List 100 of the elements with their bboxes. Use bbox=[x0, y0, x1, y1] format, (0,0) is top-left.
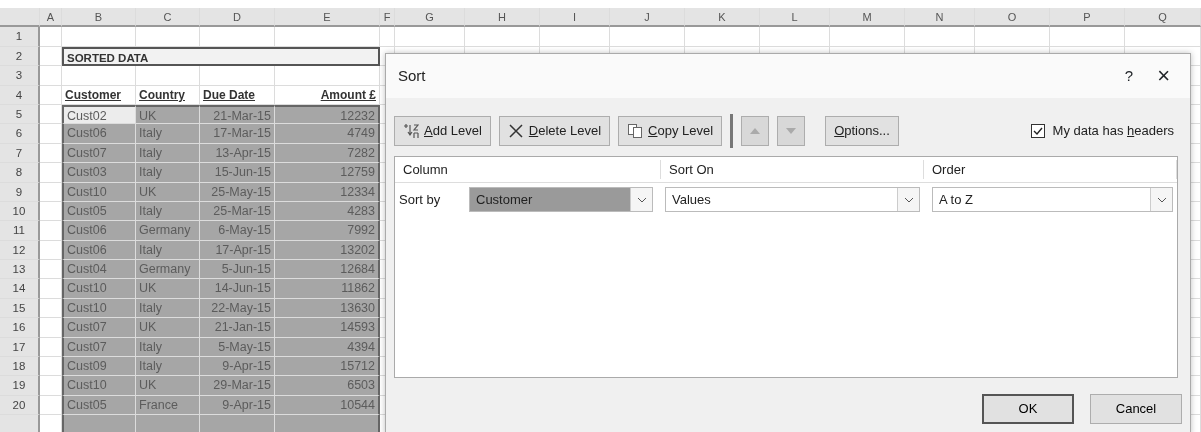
table-cell: UK bbox=[136, 279, 200, 299]
table-cell: 12759 bbox=[275, 163, 380, 183]
row-header[interactable]: 20 bbox=[0, 395, 40, 416]
table-cell: Italy bbox=[136, 337, 200, 358]
table-cell: 6-May-15 bbox=[200, 221, 275, 241]
close-button[interactable]: × bbox=[1157, 65, 1170, 87]
grid-header: Sort On bbox=[668, 161, 715, 177]
row-header[interactable]: 7 bbox=[0, 143, 40, 164]
table-cell: 9-Apr-15 bbox=[200, 357, 275, 377]
row-header[interactable]: 15 bbox=[0, 298, 40, 319]
down-arrow-icon bbox=[786, 128, 797, 134]
table-cell: Cust10 bbox=[62, 279, 136, 299]
chevron-down-icon bbox=[903, 196, 914, 203]
add-level-button[interactable]: Add Level bbox=[394, 116, 491, 146]
row-header[interactable]: 19 bbox=[0, 376, 40, 396]
row-header[interactable]: 12 bbox=[0, 240, 40, 261]
table-cell: Germany bbox=[136, 260, 200, 280]
column-header[interactable]: Q bbox=[1125, 8, 1201, 28]
table-cell: Cust10 bbox=[62, 182, 136, 202]
delete-level-button[interactable]: Delete Level bbox=[498, 116, 611, 146]
table-cell: 7992 bbox=[275, 221, 380, 241]
table-cell: Italy bbox=[136, 201, 200, 222]
column-header[interactable]: O bbox=[975, 8, 1050, 28]
table-cell: Cust06 bbox=[62, 240, 136, 261]
delete-icon bbox=[507, 123, 524, 139]
table-cell: 21-Jan-15 bbox=[200, 318, 275, 338]
up-arrow-icon bbox=[750, 128, 761, 134]
cancel-button[interactable]: Cancel bbox=[1090, 394, 1182, 424]
column-header[interactable]: C bbox=[136, 8, 200, 28]
table-cell: Italy bbox=[136, 240, 200, 261]
column-header[interactable]: G bbox=[395, 8, 465, 28]
copy-level-button[interactable]: Copy Level bbox=[618, 116, 723, 146]
row-header[interactable]: 4 bbox=[0, 85, 40, 105]
table-cell: Cust06 bbox=[62, 124, 136, 144]
column-header[interactable]: M bbox=[830, 8, 905, 28]
table-cell: Italy bbox=[136, 298, 200, 319]
table-cell: 17-Mar-15 bbox=[200, 124, 275, 144]
headers-checkbox[interactable]: My data has headers bbox=[1030, 121, 1174, 141]
row-header[interactable]: 5 bbox=[0, 104, 40, 125]
checkbox[interactable] bbox=[1030, 124, 1045, 138]
row-header[interactable]: 14 bbox=[0, 279, 40, 299]
row-header[interactable]: 10 bbox=[0, 201, 40, 222]
column-header[interactable]: F bbox=[380, 8, 395, 28]
table-cell: 21-Mar-15 bbox=[200, 104, 275, 125]
sort-on-dropdown[interactable]: Values bbox=[665, 187, 920, 212]
row-header[interactable]: 2 bbox=[0, 46, 40, 67]
row-header[interactable]: 1 bbox=[0, 27, 40, 47]
chevron-down-icon bbox=[1156, 196, 1167, 203]
row-header[interactable] bbox=[0, 415, 40, 432]
ok-button[interactable]: OK bbox=[982, 394, 1074, 424]
row-header[interactable]: 9 bbox=[0, 182, 40, 202]
row-header[interactable]: 18 bbox=[0, 357, 40, 377]
row-header[interactable]: 13 bbox=[0, 260, 40, 280]
empty-cell bbox=[136, 66, 200, 86]
column-heading: Amount £ bbox=[275, 85, 380, 105]
sort-by-label: Sort by bbox=[399, 190, 442, 209]
column-header[interactable]: K bbox=[685, 8, 760, 28]
column-header[interactable]: L bbox=[760, 8, 830, 28]
row-header[interactable]: 16 bbox=[0, 318, 40, 338]
table-cell: 5-Jun-15 bbox=[200, 260, 275, 280]
table-cell: 11862 bbox=[275, 279, 380, 299]
row-header[interactable]: 6 bbox=[0, 124, 40, 144]
column-header[interactable]: B bbox=[62, 8, 136, 28]
table-cell: 9-Apr-15 bbox=[200, 395, 275, 416]
column-heading: Customer bbox=[62, 85, 136, 105]
row-header[interactable]: 17 bbox=[0, 337, 40, 358]
dialog-title: Sort bbox=[398, 65, 427, 86]
table-cell: Cust09 bbox=[62, 357, 136, 377]
sort-add-icon bbox=[403, 123, 419, 139]
table-cell: Cust06 bbox=[62, 221, 136, 241]
table-cell: Cust05 bbox=[62, 201, 136, 222]
column-header[interactable]: P bbox=[1050, 8, 1125, 28]
options-button[interactable]: Options... bbox=[825, 116, 899, 146]
column-header[interactable]: D bbox=[200, 8, 275, 28]
table-cell: Cust07 bbox=[62, 318, 136, 338]
table-cell: Cust10 bbox=[62, 298, 136, 319]
column-header[interactable]: J bbox=[610, 8, 685, 28]
table-cell: Cust05 bbox=[62, 395, 136, 416]
row-header[interactable]: 3 bbox=[0, 66, 40, 86]
table-cell: 29-Mar-15 bbox=[200, 376, 275, 396]
table-cell: Cust03 bbox=[62, 163, 136, 183]
row-header[interactable]: 11 bbox=[0, 221, 40, 241]
column-header[interactable]: A bbox=[40, 8, 62, 28]
column-header[interactable]: I bbox=[540, 8, 610, 28]
column-header[interactable]: N bbox=[905, 8, 975, 28]
column-header[interactable]: E bbox=[275, 8, 380, 28]
table-cell: UK bbox=[136, 318, 200, 338]
table-cell: Cust02 bbox=[62, 104, 136, 125]
table-cell: Cust07 bbox=[62, 337, 136, 358]
table-cell: 17-Apr-15 bbox=[200, 240, 275, 261]
help-button[interactable]: ? bbox=[1124, 64, 1134, 88]
column-header[interactable]: H bbox=[465, 8, 540, 28]
table-cell: 15712 bbox=[275, 357, 380, 377]
row-header[interactable]: 8 bbox=[0, 163, 40, 183]
column-dropdown[interactable]: Customer bbox=[469, 187, 653, 212]
table-cell: Germany bbox=[136, 221, 200, 241]
table-cell: Italy bbox=[136, 163, 200, 183]
table-cell: 14-Jun-15 bbox=[200, 279, 275, 299]
order-dropdown[interactable]: A to Z bbox=[932, 187, 1173, 212]
table-cell: 13630 bbox=[275, 298, 380, 319]
